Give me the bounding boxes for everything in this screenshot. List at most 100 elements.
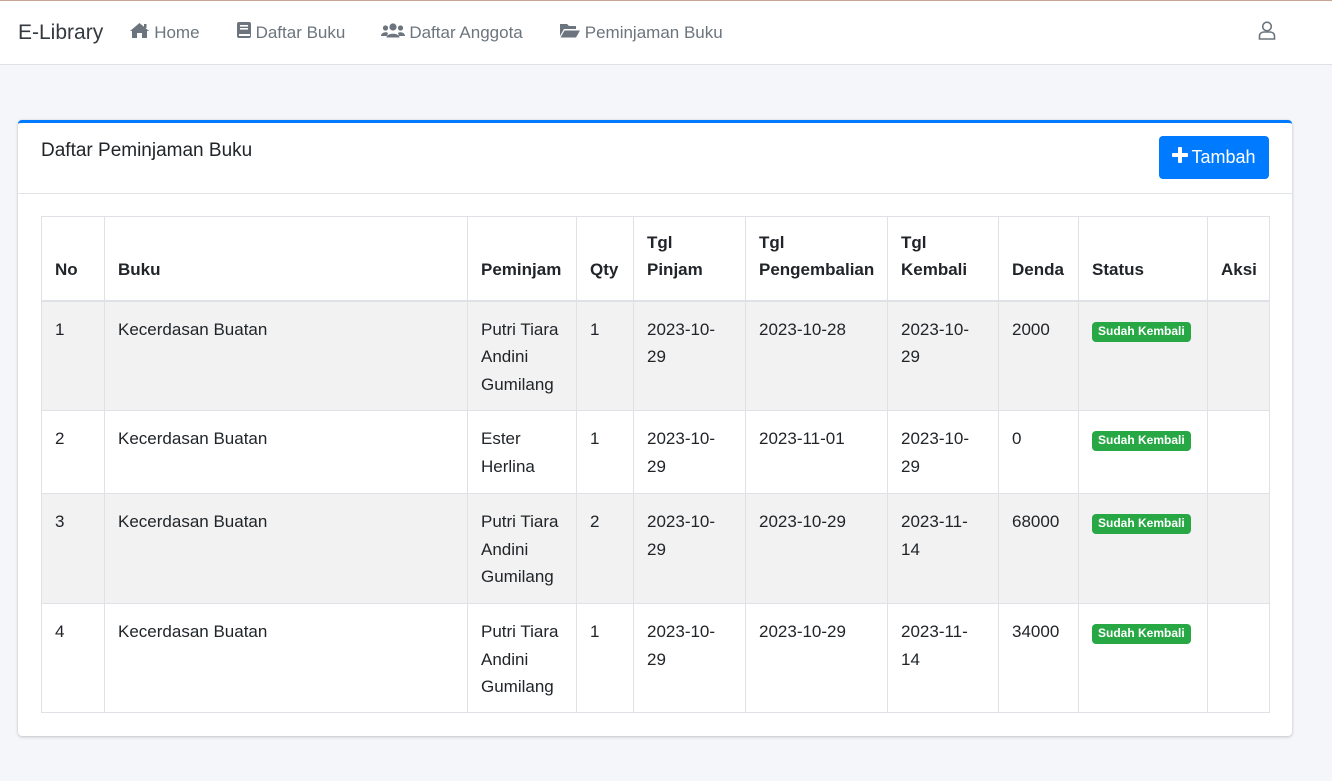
header-no[interactable]: No (41, 216, 105, 302)
cell-tgl-pinjam: 2023-10-29 (633, 410, 746, 494)
nav-daftar-buku[interactable]: Daftar Buku (236, 21, 346, 44)
status-badge: Sudah Kembali (1092, 514, 1191, 534)
peminjam-line: Andini (481, 539, 529, 559)
header-buku[interactable]: Buku (104, 216, 468, 302)
cell-buku: Kecerdasan Buatan (104, 410, 468, 494)
header-tgl-kembali-line1: Tgl (901, 232, 927, 252)
add-loan-button[interactable]: Tambah (1159, 136, 1269, 179)
table-row: 1 Kecerdasan Buatan Putri Tiara Andini Gum… (41, 300, 1270, 411)
header-tgl-kembali[interactable]: Tgl Kembali (887, 216, 999, 302)
cell-status: Sudah Kembali (1078, 493, 1208, 604)
nav-peminjaman-buku[interactable]: Peminjaman Buku (559, 22, 723, 44)
table-row: 4 Kecerdasan Buatan Putri Tiara Andini Gum… (41, 603, 1270, 713)
nav-daftar-buku-label: Daftar Buku (255, 22, 346, 42)
user-icon (1258, 21, 1276, 44)
card-body: No Buku Peminjam Qty Tgl Pinjam Tgl Pengem… (18, 194, 1292, 736)
cell-peminjam: Putri Tiara Andini Gumilang (467, 603, 577, 713)
loan-list-card: Daftar Peminjaman Buku Tambah No Buku Pe… (18, 120, 1292, 736)
cell-no: 3 (41, 493, 105, 604)
cell-denda: 0 (998, 410, 1079, 494)
cell-buku: Kecerdasan Buatan (104, 603, 468, 713)
cell-qty: 1 (576, 300, 634, 411)
header-tgl-pinjam-line2: Pinjam (647, 259, 703, 279)
header-tgl-kembali-line2: Kembali (901, 259, 968, 279)
header-aksi[interactable]: Aksi (1207, 216, 1270, 302)
cell-aksi (1207, 300, 1270, 411)
user-menu-button[interactable] (1258, 21, 1276, 45)
cell-tgl-pengembalian: 2023-11-01 (745, 410, 888, 494)
card-header: Daftar Peminjaman Buku Tambah (18, 123, 1292, 194)
cell-denda: 34000 (998, 603, 1079, 713)
plus-icon (1172, 147, 1191, 168)
cell-aksi (1207, 410, 1270, 494)
peminjam-line: Andini (481, 347, 529, 366)
cell-peminjam: Putri Tiara Andini Gumilang (467, 300, 577, 411)
status-badge: Sudah Kembali (1092, 431, 1191, 451)
cell-tgl-pengembalian: 2023-10-28 (745, 300, 888, 411)
header-tgl-pinjam[interactable]: Tgl Pinjam (633, 216, 746, 302)
header-tgl-pengembalian-line1: Tgl (759, 232, 785, 252)
folder-open-icon (559, 22, 585, 44)
peminjam-line: Putri Tiara (481, 622, 559, 641)
cell-peminjam: Putri Tiara Andini Gumilang (467, 493, 577, 604)
peminjam-line: Gumilang (481, 374, 554, 394)
header-status[interactable]: Status (1078, 216, 1208, 302)
header-denda[interactable]: Denda (998, 216, 1079, 302)
header-tgl-pengembalian-line2: Pengembalian (759, 259, 875, 279)
header-qty[interactable]: Qty (576, 216, 634, 302)
nav-daftar-anggota-label: Daftar Anggota (409, 22, 523, 42)
navbar: E-Library Home Daftar Buku Daftar Anggot… (0, 1, 1332, 65)
header-tgl-pengembalian[interactable]: Tgl Pengembalian (745, 216, 888, 302)
cell-aksi (1207, 493, 1270, 604)
nav-daftar-anggota[interactable]: Daftar Anggota (381, 22, 523, 44)
add-loan-button-label: Tambah (1191, 147, 1256, 167)
cell-tgl-pinjam: 2023-10-29 (633, 300, 746, 411)
cell-tgl-pengembalian: 2023-10-29 (745, 603, 888, 713)
header-tgl-pinjam-line1: Tgl (647, 232, 673, 252)
peminjam-line: Andini (481, 649, 529, 669)
cell-status: Sudah Kembali (1078, 410, 1208, 494)
peminjam-line: Putri Tiara (481, 512, 559, 531)
nav-peminjaman-buku-label: Peminjaman Buku (584, 22, 723, 42)
cell-aksi (1207, 603, 1270, 713)
users-icon (381, 22, 409, 44)
cell-buku: Kecerdasan Buatan (104, 300, 468, 411)
cell-tgl-pinjam: 2023-10-29 (633, 603, 746, 713)
cell-tgl-kembali: 2023-11-14 (887, 603, 999, 713)
cell-tgl-pengembalian: 2023-10-29 (745, 493, 888, 604)
cell-qty: 1 (576, 603, 634, 713)
cell-no: 1 (41, 300, 105, 411)
status-badge: Sudah Kembali (1092, 321, 1191, 342)
cell-qty: 2 (576, 493, 634, 604)
status-badge: Sudah Kembali (1092, 624, 1191, 644)
peminjam-line: Herlina (481, 456, 535, 476)
peminjam-line: Putri Tiara (481, 319, 559, 339)
cell-no: 4 (41, 603, 105, 713)
cell-no: 2 (41, 410, 105, 494)
cell-tgl-kembali: 2023-10-29 (887, 410, 999, 494)
card-title: Daftar Peminjaman Buku (41, 140, 253, 161)
nav-home-label: Home (154, 22, 200, 42)
cell-denda: 68000 (998, 493, 1079, 604)
header-peminjam[interactable]: Peminjam (467, 216, 577, 302)
peminjam-line: Gumilang (481, 567, 554, 586)
peminjam-line: Ester (481, 429, 521, 448)
cell-tgl-pinjam: 2023-10-29 (633, 493, 746, 604)
cell-qty: 1 (576, 410, 634, 494)
table-row: 3 Kecerdasan Buatan Putri Tiara Andini Gum… (41, 493, 1270, 604)
cell-tgl-kembali: 2023-10-29 (887, 300, 999, 411)
table-row: 2 Kecerdasan Buatan Ester Herlina 1 2023-… (41, 410, 1270, 494)
cell-buku: Kecerdasan Buatan (104, 493, 468, 604)
cell-status: Sudah Kembali (1078, 603, 1208, 713)
home-icon (129, 22, 154, 44)
table-header-row: No Buku Peminjam Qty Tgl Pinjam Tgl Pengem… (41, 216, 1270, 302)
brand[interactable]: E-Library (18, 21, 103, 45)
cell-peminjam: Ester Herlina (467, 410, 577, 494)
cell-denda: 2000 (998, 300, 1079, 411)
loan-table: No Buku Peminjam Qty Tgl Pinjam Tgl Pengem… (41, 216, 1270, 713)
nav-home[interactable]: Home (129, 22, 200, 44)
peminjam-line: Gumilang (481, 677, 554, 696)
book-icon (236, 21, 256, 44)
cell-tgl-kembali: 2023-11-14 (887, 493, 999, 604)
cell-status: Sudah Kembali (1078, 300, 1208, 411)
